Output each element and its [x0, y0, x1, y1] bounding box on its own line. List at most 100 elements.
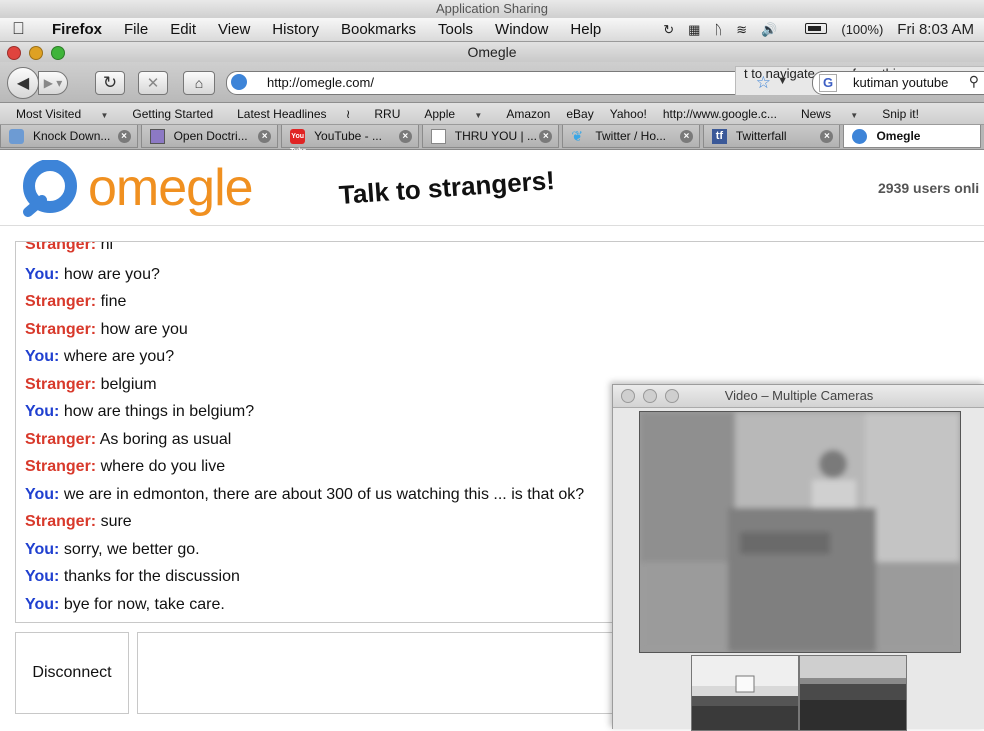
zoom-window-icon[interactable] — [51, 46, 65, 60]
close-tab-icon[interactable]: × — [258, 130, 272, 143]
menu-window[interactable]: Window — [495, 18, 548, 41]
search-icon[interactable]: ⚲ — [969, 73, 979, 90]
bookmark-news[interactable]: News ▼ — [793, 107, 866, 121]
menu-edit[interactable]: Edit — [170, 18, 196, 41]
youtube-icon: You Tube — [290, 129, 306, 155]
tab-open-doctrine[interactable]: Open Doctri... × — [140, 125, 279, 148]
video-window: Video – Multiple Cameras — [612, 384, 984, 731]
tab-twitterfall[interactable]: tf Twitterfall × — [702, 125, 841, 148]
menu-tools[interactable]: Tools — [438, 18, 473, 41]
chat-message: You: sorry, we better go. — [25, 541, 200, 558]
tab-strip: Knock Down... × Open Doctri... × You Tub… — [0, 125, 984, 155]
bookmark-getting-started[interactable]: Getting Started — [132, 107, 213, 121]
bookmark-rru[interactable]: RRU — [374, 107, 400, 121]
menu-help[interactable]: Help — [570, 18, 601, 41]
minimize-window-icon[interactable] — [643, 389, 657, 403]
close-tab-icon[interactable]: × — [820, 130, 834, 143]
bookmarks-toolbar: Most Visited ▼ Getting Started Latest He… — [0, 103, 984, 125]
url-dropdown-icon[interactable]: ▼ — [777, 75, 788, 87]
site-identity-icon[interactable] — [231, 74, 247, 90]
bookmark-amazon[interactable]: Amazon — [506, 107, 550, 121]
home-button[interactable]: ⌂ — [183, 71, 215, 95]
tab-label: Open Doctri... — [173, 129, 248, 143]
omegle-logo-text: omegle — [88, 159, 254, 217]
twitterfall-icon: tf — [711, 129, 727, 144]
omegle-icon — [852, 129, 868, 144]
bookmark-apple[interactable]: Apple ▼ — [416, 107, 490, 121]
time-machine-icon[interactable]: ↻ — [663, 22, 674, 38]
search-bar[interactable]: G ⚲ — [812, 71, 984, 95]
bluetooth-icon[interactable]: ᚢ — [714, 22, 722, 37]
search-input[interactable] — [853, 73, 961, 91]
camera-thumbnail-2[interactable] — [799, 655, 907, 731]
main-camera-feed[interactable] — [639, 411, 961, 653]
menu-list: Firefox File Edit View History Bookmarks… — [52, 18, 623, 41]
back-button[interactable]: ◀ — [7, 67, 39, 99]
bookmark-google[interactable]: http://www.google.c... — [663, 107, 777, 121]
chat-message: You: where are you? — [25, 348, 175, 365]
close-tab-icon[interactable]: × — [679, 130, 693, 143]
chat-message: Stranger: fine — [25, 293, 127, 310]
application-sharing-title: Application Sharing — [435, 1, 549, 16]
close-tab-icon[interactable]: × — [398, 130, 412, 143]
chat-message: Stranger: where do you live — [25, 458, 226, 475]
url-bar[interactable]: t to navigate away from this page. his p… — [226, 66, 984, 96]
tab-omegle[interactable]: Omegle — [843, 125, 982, 148]
menu-file[interactable]: File — [124, 18, 148, 41]
google-search-engine-icon[interactable]: G — [819, 74, 837, 92]
wifi-icon[interactable]: ≋ — [736, 22, 747, 38]
menu-history[interactable]: History — [272, 18, 319, 41]
document-icon — [430, 129, 446, 144]
forward-button[interactable]: ▶ ▾ — [38, 71, 68, 95]
close-window-icon[interactable] — [621, 389, 635, 403]
camera-thumbnail-1[interactable] — [691, 655, 799, 731]
apple-menu-icon[interactable]:  — [12, 19, 25, 39]
bookmark-snip-it[interactable]: Snip it! — [882, 107, 919, 121]
tab-twitter[interactable]: ❦ Twitter / Ho... × — [562, 125, 700, 148]
chat-message: You: thanks for the discussion — [25, 568, 240, 585]
application-sharing-titlebar: Application Sharing — [0, 0, 984, 19]
ram-meter-icon[interactable]: ▦ — [688, 22, 700, 38]
menu-bookmarks[interactable]: Bookmarks — [341, 18, 416, 41]
menu-view[interactable]: View — [218, 18, 250, 41]
tab-thru-you[interactable]: THRU YOU | ... × — [421, 125, 560, 148]
tab-youtube[interactable]: You Tube YouTube - ... × — [281, 125, 419, 155]
omegle-logo-icon — [23, 160, 77, 217]
chat-message: Stranger: As boring as usual — [25, 431, 232, 448]
stop-button[interactable]: ✕ — [138, 71, 168, 95]
navigation-toolbar: ◀ ▶ ▾ ↻ ✕ ⌂ t to navigate away from this… — [0, 62, 984, 103]
tab-knock-down[interactable]: Knock Down... × — [0, 125, 138, 148]
chat-message: You: bye for now, take care. — [25, 596, 225, 613]
close-tab-icon[interactable]: × — [539, 130, 553, 143]
disconnect-button[interactable]: Disconnect — [15, 632, 129, 714]
tab-label: YouTube - ... — [314, 129, 382, 143]
menubar-clock[interactable]: Fri 8:03 AM — [897, 21, 974, 38]
chevron-down-icon: ▼ — [850, 110, 859, 120]
close-tab-icon[interactable]: × — [117, 130, 131, 143]
twitter-icon: ❦ — [571, 128, 584, 144]
zoom-window-icon[interactable] — [665, 389, 679, 403]
menu-app-firefox[interactable]: Firefox — [52, 18, 102, 41]
bookmark-yahoo[interactable]: Yahoo! — [610, 107, 647, 121]
bookmark-star-icon[interactable]: ☆ — [756, 73, 771, 93]
chevron-down-icon: ▼ — [100, 110, 109, 120]
url-input[interactable] — [267, 73, 727, 91]
reload-button[interactable]: ↻ — [95, 71, 125, 95]
tab-label: Twitterfall — [735, 129, 787, 143]
menubar-status-area: ↻ ▦ ᚢ ≋ 🔊 (100%) Fri 8:03 AM — [649, 18, 974, 41]
volume-icon[interactable]: 🔊 — [761, 22, 777, 38]
close-window-icon[interactable] — [7, 46, 21, 60]
chat-message: Stranger: sure — [25, 513, 132, 530]
mac-menubar:  Firefox File Edit View History Bookmar… — [0, 18, 984, 42]
window-controls — [7, 46, 73, 60]
tab-label: Omegle — [876, 129, 921, 143]
minimize-window-icon[interactable] — [29, 46, 43, 60]
bookmark-ebay[interactable]: eBay — [566, 107, 593, 121]
video-window-title: Video – Multiple Cameras — [724, 388, 874, 403]
bookmark-most-visited[interactable]: Most Visited ▼ — [8, 107, 116, 121]
bookmark-latest-headlines[interactable]: Latest Headlines ≀ — [229, 107, 358, 121]
message-input[interactable] — [137, 632, 617, 714]
battery-icon[interactable] — [791, 22, 828, 37]
video-window-controls — [621, 389, 687, 403]
rss-icon: ≀ — [345, 106, 351, 121]
